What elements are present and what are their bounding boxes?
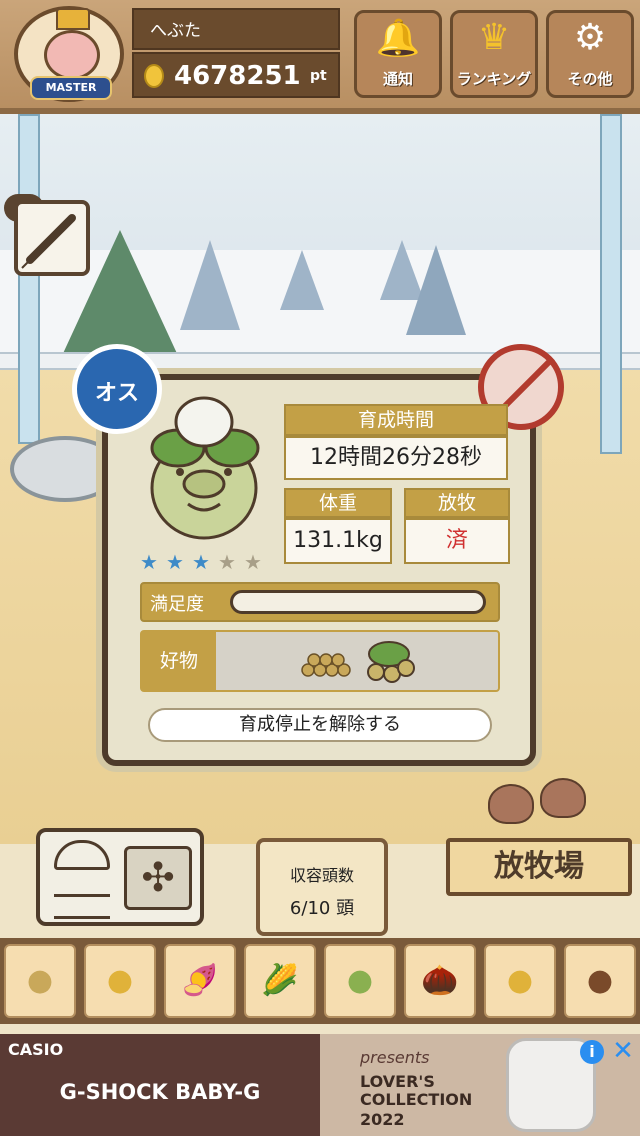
pine-tree: [406, 245, 466, 335]
coin-icon: [144, 64, 164, 88]
pine-tree: [280, 250, 324, 310]
food-slot-acorn[interactable]: 🌰: [404, 944, 476, 1018]
corn-icon: 🌽: [261, 963, 299, 998]
ad-image-panel: presents LOVER'S COLLECTION 2022 i ✕: [320, 1034, 640, 1136]
pig-portrait: [150, 396, 260, 540]
crown-icon: ♛: [477, 17, 511, 58]
rating-star: ★: [192, 550, 210, 574]
satisfaction-bar: [230, 590, 486, 614]
rating-star: ★: [140, 550, 158, 574]
other-button[interactable]: ⚙ その他: [546, 10, 634, 98]
crown-icon: [56, 8, 90, 30]
food-slot-grain-plate[interactable]: ●: [484, 944, 556, 1018]
ad-presents: presents: [360, 1048, 430, 1067]
release-growth-stop-button[interactable]: 育成停止を解除する: [148, 708, 492, 742]
rating-star: ★: [218, 550, 236, 574]
pine-tree: [180, 240, 240, 330]
user-name: へぶた: [132, 8, 340, 50]
ad-brand: CASIO: [8, 1040, 64, 1059]
grain-plate-icon: ●: [506, 963, 534, 998]
ad-info-icon[interactable]: i: [580, 1040, 604, 1064]
switch-indicator: [54, 876, 110, 897]
fan-icon: ✣: [124, 846, 192, 910]
meatball-plate-icon: ●: [586, 963, 614, 998]
thermometer-dial-icon: [54, 840, 110, 870]
ad-headline: G-SHOCK BABY-G: [59, 1080, 261, 1104]
satisfaction-label: 満足度: [150, 594, 204, 615]
capacity-label: 収容頭数: [289, 866, 354, 885]
food-slot-mixed-beans[interactable]: ●: [324, 944, 396, 1018]
top-bar: MASTER へぶた 4678251 pt 🔔 通知 ♛ ランキング ⚙ その他: [0, 0, 640, 114]
capacity-value: 6/10 頭: [289, 898, 355, 919]
food-slot-sweet-potato[interactable]: 🍠: [164, 944, 236, 1018]
soybeans-icon: ●: [26, 963, 54, 998]
pen-capacity-sign: 収容頭数 6/10 頭: [256, 838, 388, 936]
ad-year: 2022: [360, 1110, 405, 1129]
pig-face-icon: [44, 30, 100, 80]
syringe-icon: [21, 214, 76, 269]
favorite-label: 好物: [142, 632, 216, 690]
fence-post: [18, 114, 40, 444]
weight-label: 体重: [284, 488, 392, 518]
mixed-beans-icon: ●: [346, 963, 374, 998]
graze-status: 済: [404, 518, 510, 564]
ad-close-icon[interactable]: ✕: [610, 1038, 636, 1064]
weight-value: 131.1kg: [284, 518, 392, 564]
syringe-item-button[interactable]: [14, 200, 90, 276]
food-slot-corn[interactable]: 🌽: [244, 944, 316, 1018]
rating-star: ★: [244, 550, 262, 574]
pasture-sign-button[interactable]: 放牧場: [446, 838, 632, 896]
ad-title-line2: COLLECTION: [360, 1090, 473, 1109]
corn-kernels-icon: ●: [106, 963, 134, 998]
points-display: 4678251 pt: [132, 52, 340, 98]
satisfaction-row: 満足度: [140, 582, 500, 622]
sweet-potato-icon: 🍠: [181, 963, 219, 998]
ad-brand-panel: CASIO G-SHOCK BABY-G: [0, 1034, 320, 1136]
gear-icon: ⚙: [573, 17, 607, 58]
switch-indicator: [54, 898, 110, 919]
master-badge: MASTER: [30, 76, 112, 100]
sparrow: [540, 778, 586, 818]
points-value: 4678251: [174, 61, 301, 91]
acorn-icon: 🌰: [421, 963, 459, 998]
fence-post: [600, 114, 622, 454]
ranking-button[interactable]: ♛ ランキング: [450, 10, 538, 98]
master-avatar[interactable]: MASTER: [14, 6, 124, 102]
favorite-food-row: 好物: [140, 630, 500, 692]
ad-title-line1: LOVER'S: [360, 1072, 435, 1091]
graze-label: 放牧: [404, 488, 510, 518]
other-label: その他: [567, 70, 613, 88]
food-slot-corn-kernels[interactable]: ●: [84, 944, 156, 1018]
bell-icon: 🔔: [375, 18, 421, 59]
environment-control-panel[interactable]: ✣: [36, 828, 204, 926]
food-slot-soybeans[interactable]: ●: [4, 944, 76, 1018]
food-selector-bar: ● ● 🍠 🌽 ● 🌰 ● ●: [0, 938, 640, 1024]
growth-time-label: 育成時間: [284, 404, 508, 436]
sparrow: [488, 784, 534, 824]
rating-star: ★: [166, 550, 184, 574]
growth-time-value: 12時間26分28秒: [284, 436, 508, 480]
ranking-label: ランキング: [456, 70, 532, 88]
food-slot-meatball-plate[interactable]: ●: [564, 944, 636, 1018]
acorn-cluster-icon: [367, 641, 415, 683]
notification-button[interactable]: 🔔 通知: [354, 10, 442, 98]
points-unit: pt: [310, 68, 327, 84]
ad-banner[interactable]: CASIO G-SHOCK BABY-G presents LOVER'S CO…: [0, 1034, 640, 1136]
soybeans-icon: [301, 653, 351, 677]
notification-label: 通知: [382, 70, 413, 88]
